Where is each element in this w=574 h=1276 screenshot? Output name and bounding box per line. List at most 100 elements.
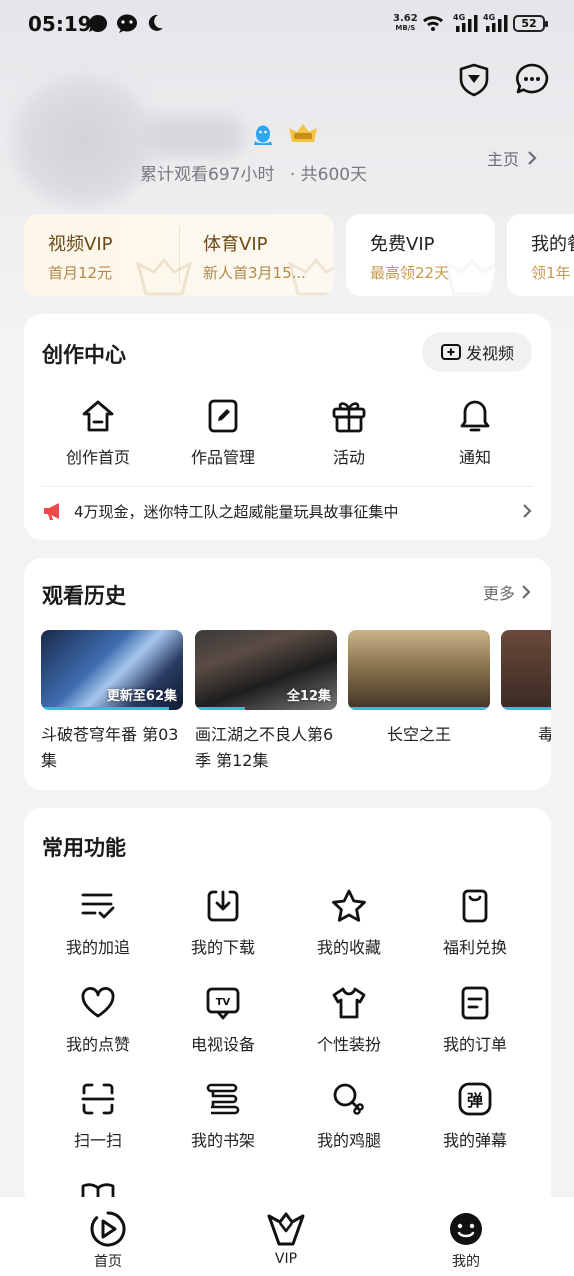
username-blurred[interactable]: [140, 116, 245, 156]
tab-me[interactable]: 我的: [426, 1209, 506, 1271]
history-thumbnail: 全12集: [195, 630, 337, 710]
creation-item-manage[interactable]: 作品管理: [168, 398, 278, 468]
history-badge: 全12集: [286, 689, 331, 704]
megaphone-icon: [44, 503, 59, 520]
edit-icon: [208, 399, 238, 433]
tab-label: 我的: [452, 1254, 480, 1270]
common-item-label: 个性装扮: [316, 1035, 381, 1054]
history-more-label: 更多: [482, 584, 515, 603]
common-functions-title: 常用功能: [42, 836, 126, 860]
history-item-title: 长空之王: [386, 725, 451, 744]
bottom-tab-bar: 首页 VIP 我的: [0, 1197, 574, 1276]
tab-home[interactable]: 首页: [68, 1209, 148, 1271]
list-check-icon: [81, 893, 115, 919]
tab-vip[interactable]: VIP: [246, 1209, 326, 1267]
post-video-button[interactable]: 发视频: [422, 332, 532, 372]
history-thumbnail: 更新至62集: [41, 630, 183, 710]
download-icon: [207, 890, 239, 922]
message-icon[interactable]: [514, 62, 550, 98]
history-thumbnail: [501, 630, 551, 710]
tv-icon: TV: [206, 987, 240, 1020]
common-item-drumstick[interactable]: 我的鸡腿: [294, 1081, 404, 1151]
tab-label: 首页: [94, 1254, 122, 1270]
vip-card-free[interactable]: 免费VIP 最高领22天: [346, 214, 495, 296]
history-item-title: 斗破苍穹年番 第03集: [41, 725, 179, 770]
history-item[interactable]: 毒: [501, 630, 551, 748]
qq-icon: [254, 125, 272, 145]
history-progress-bar: [501, 707, 551, 710]
history-progress-bar: [41, 707, 169, 710]
home-page-link[interactable]: 主页: [487, 146, 537, 170]
video-add-icon: [440, 344, 461, 360]
chevron-right-icon: [522, 585, 531, 599]
notice-text: 4万现金，迷你特工队之超威能量玩具故事征集中: [74, 502, 399, 521]
net-speed: 3.62 MB/S: [393, 14, 418, 33]
history-thumbnail: [348, 630, 490, 710]
history-item[interactable]: 更新至62集 斗破苍穹年番 第03集: [41, 630, 183, 774]
common-item-label: 我的收藏: [316, 938, 381, 957]
creation-item-label: 作品管理: [190, 448, 255, 467]
scan-icon: [81, 1083, 115, 1115]
watch-days: · 共600天: [289, 165, 368, 185]
vip-card-title: 视频VIP: [48, 234, 113, 255]
crown-watermark-icon: [135, 258, 193, 296]
gift-icon: [332, 402, 366, 433]
creation-item-activity[interactable]: 活动: [294, 398, 404, 468]
common-item-dressup[interactable]: 个性装扮: [294, 985, 404, 1055]
common-item-follow[interactable]: 我的加追: [43, 888, 153, 958]
common-item-tv[interactable]: TV 电视设备: [168, 985, 278, 1055]
signal-icon-1: [456, 15, 478, 32]
vip-card-combo[interactable]: 视频VIP 首月12元 体育VIP 新人首3月15...: [24, 214, 334, 296]
creation-item-home[interactable]: 创作首页: [43, 398, 153, 468]
creation-notice-banner[interactable]: 4万现金，迷你特工队之超威能量玩具故事征集中: [42, 496, 532, 526]
common-item-download[interactable]: 我的下载: [168, 888, 278, 958]
drumstick-icon: [333, 1083, 364, 1115]
history-progress-bar: [195, 707, 245, 710]
chevron-right-icon: [528, 151, 537, 165]
common-item-label: 我的加追: [65, 938, 130, 957]
creation-item-label: 通知: [458, 448, 491, 467]
svg-text:TV: TV: [216, 997, 231, 1008]
avatar[interactable]: [8, 72, 158, 212]
history-title: 观看历史: [42, 584, 126, 608]
star-icon: [332, 889, 366, 922]
common-item-likes[interactable]: 我的点赞: [43, 985, 153, 1055]
creation-item-notice[interactable]: 通知: [420, 398, 530, 468]
history-progress-bar: [348, 707, 490, 710]
common-item-label: 我的点赞: [65, 1035, 130, 1054]
vip-card-title: 我的餐: [531, 234, 574, 255]
bookshelf-icon: [206, 1083, 240, 1115]
shield-icon[interactable]: [456, 62, 492, 98]
history-item-title: 毒: [538, 725, 551, 744]
common-item-label: 我的书架: [190, 1131, 255, 1150]
creation-center-title: 创作中心: [42, 343, 126, 367]
vip-card-subtitle: 最高领22天: [370, 264, 450, 282]
shirt-icon: [332, 987, 366, 1019]
wechat-icon: [117, 14, 137, 33]
common-item-label: 我的订单: [442, 1035, 507, 1054]
common-item-rewards[interactable]: 福利兑换: [420, 888, 530, 958]
history-item[interactable]: 长空之王: [348, 630, 490, 748]
net-speed-value: 3.62: [393, 13, 418, 24]
common-item-label: 扫一扫: [73, 1131, 122, 1150]
common-item-danmaku[interactable]: 弹 我的弹幕: [420, 1081, 530, 1151]
bell-icon: [460, 400, 490, 432]
watch-history-card: 观看历史 更多 更新至62集 斗破苍穹年番 第03集 全12集 画江湖之不良人第…: [24, 558, 551, 790]
status-time: 05:19: [28, 12, 92, 36]
moon-icon: [148, 14, 163, 31]
common-item-label: 我的鸡腿: [316, 1131, 381, 1150]
net-speed-unit: MB/S: [395, 24, 416, 32]
history-item[interactable]: 全12集 画江湖之不良人第6季 第12集: [195, 630, 337, 774]
vip-card-title: 免费VIP: [370, 234, 435, 255]
common-item-favorites[interactable]: 我的收藏: [294, 888, 404, 958]
common-item-label: 我的下载: [190, 938, 255, 957]
history-item-title: 画江湖之不良人第6季 第12集: [195, 725, 334, 770]
common-item-orders[interactable]: 我的订单: [420, 985, 530, 1055]
creation-center-card: 创作中心 发视频 创作首页 作品管理 活动 通知 4万现金，迷你特工队之超威能量…: [24, 314, 551, 540]
crown-watermark-icon: [287, 258, 334, 296]
profile-face-icon: [450, 1213, 482, 1245]
common-item-scan[interactable]: 扫一扫: [43, 1081, 153, 1151]
vip-card-partial[interactable]: 我的餐 领1年: [507, 214, 574, 296]
history-more-link[interactable]: 更多: [483, 580, 531, 604]
common-item-bookshelf[interactable]: 我的书架: [168, 1081, 278, 1151]
